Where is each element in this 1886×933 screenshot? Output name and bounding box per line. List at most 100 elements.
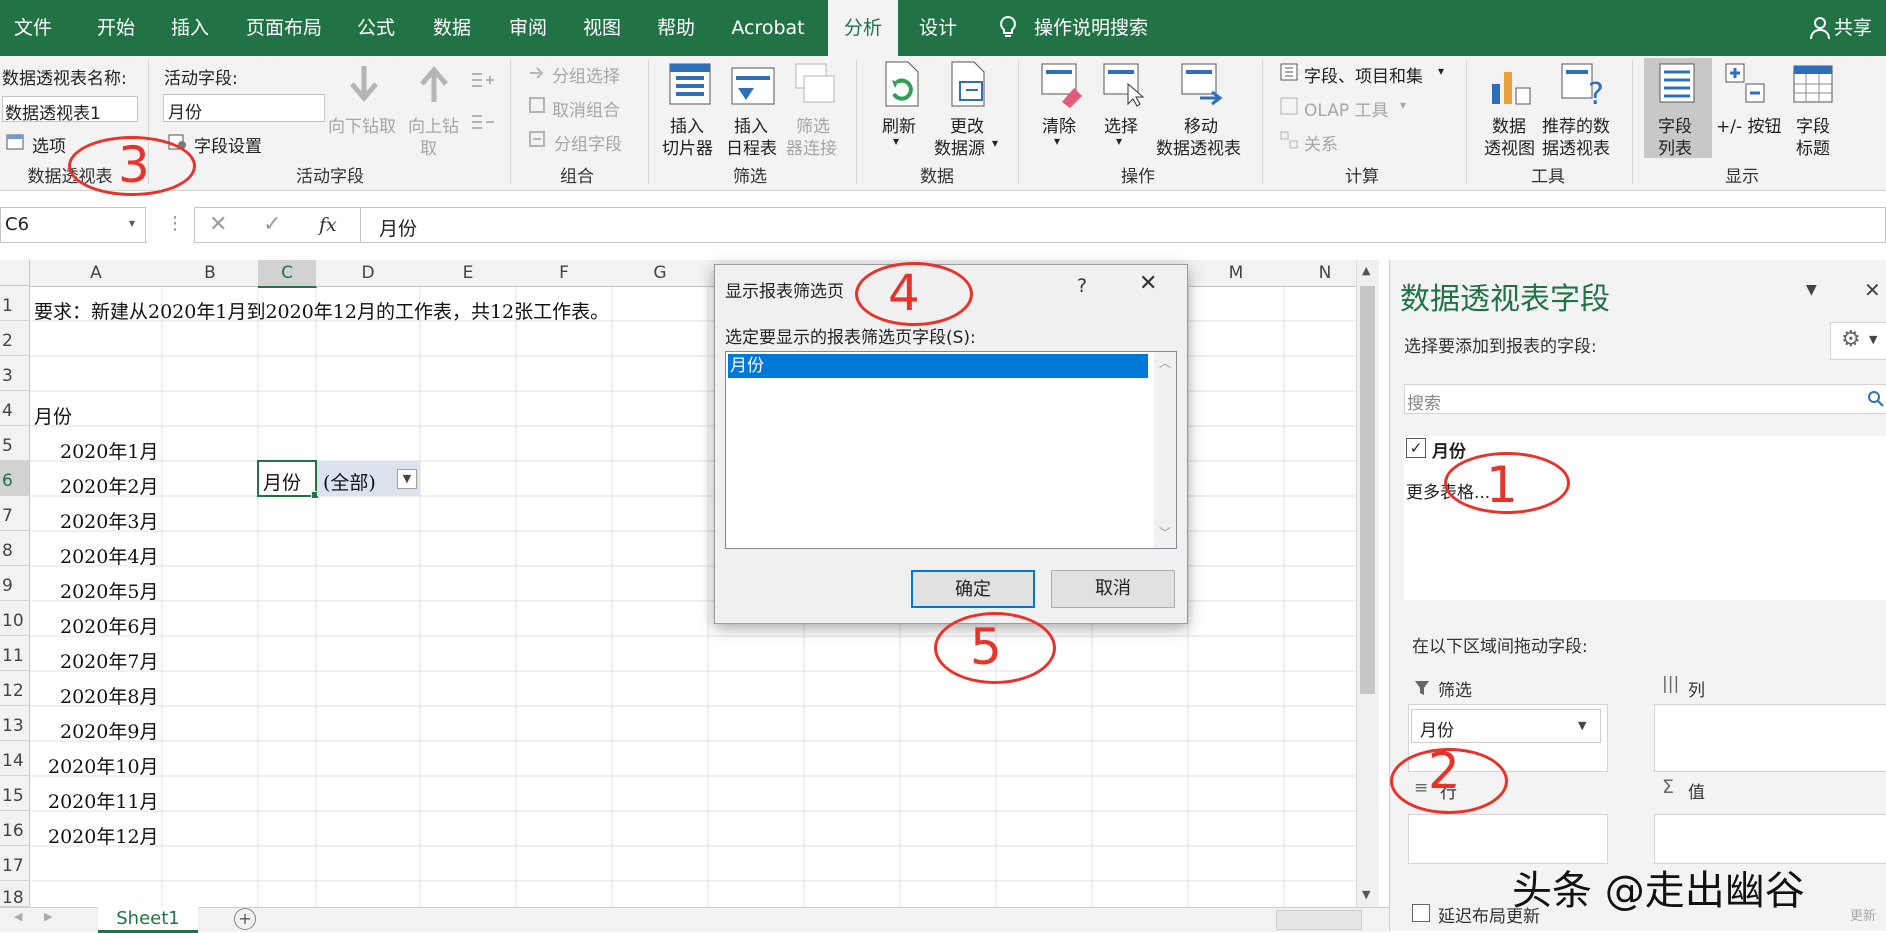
group-selection-button[interactable]: 分组选择 [552, 62, 620, 87]
cell-a11[interactable]: 2020年7月 [60, 647, 158, 674]
tab-insert[interactable]: 插入 [160, 0, 220, 56]
column-header-c[interactable]: C [258, 260, 317, 288]
filter-chip-dropdown-icon[interactable]: ▼ [1578, 719, 1586, 732]
enter-icon[interactable]: ✓ [263, 212, 281, 237]
row-header-9[interactable]: 9 [0, 566, 30, 601]
field-month-label[interactable]: 月份 [1432, 437, 1466, 462]
cell-a16[interactable]: 2020年12月 [48, 822, 159, 849]
row-header-16[interactable]: 16 [0, 811, 30, 846]
row-header-14[interactable]: 14 [0, 741, 30, 776]
cell-a5[interactable]: 2020年1月 [60, 437, 158, 464]
column-header-a[interactable]: A [30, 260, 163, 287]
next-sheet-icon[interactable]: ▶ [44, 910, 52, 923]
cell-a7[interactable]: 2020年3月 [60, 507, 158, 534]
tab-help[interactable]: 帮助 [646, 0, 706, 56]
scroll-thumb[interactable] [1360, 286, 1375, 694]
row-header-7[interactable]: 7 [0, 496, 30, 531]
cell-c6-selected[interactable]: 月份 [257, 460, 319, 499]
olap-dropdown-icon[interactable]: ▾ [1400, 98, 1406, 112]
dialog-close-icon[interactable]: ✕ [1139, 271, 1157, 296]
row-header-3[interactable]: 3 [0, 356, 30, 391]
tools-button[interactable]: ⚙ ▼ [1830, 322, 1886, 360]
name-box[interactable]: C6 ▾ [0, 207, 146, 243]
tab-review[interactable]: 审阅 [498, 0, 558, 56]
update-button[interactable]: 更新 [1850, 905, 1876, 924]
cell-a12[interactable]: 2020年8月 [60, 682, 158, 709]
clear-dropdown-icon[interactable]: ▾ [1054, 134, 1060, 148]
tab-formulas[interactable]: 公式 [346, 0, 406, 56]
column-header-n[interactable]: N [1284, 260, 1367, 287]
scroll-up-icon[interactable]: ▲ [1362, 264, 1370, 277]
tab-page-layout[interactable]: 页面布局 [234, 0, 334, 56]
group-field-button[interactable]: 分组字段 [554, 130, 622, 155]
pane-close-icon[interactable]: ✕ [1864, 278, 1881, 302]
refresh-dropdown-icon[interactable]: ▾ [893, 134, 899, 148]
cancel-icon[interactable]: ✕ [209, 212, 227, 237]
select-all-corner[interactable] [0, 260, 30, 286]
row-header-1[interactable]: 1 [0, 286, 30, 321]
prev-sheet-icon[interactable]: ◀ [14, 910, 22, 923]
add-sheet-icon[interactable]: + [234, 908, 256, 930]
row-header-17[interactable]: 17 [0, 846, 30, 881]
sheet-tab-sheet1[interactable]: Sheet1 [98, 907, 198, 933]
row-header-8[interactable]: 8 [0, 531, 30, 566]
tell-me-search[interactable]: 操作说明搜索 [1034, 0, 1154, 56]
olap-tools-button[interactable]: OLAP 工具 [1304, 96, 1389, 121]
cell-a4[interactable]: 月份 [34, 402, 72, 429]
field-settings-button[interactable]: 字段设置 [194, 132, 262, 157]
row-header-4[interactable]: 4 [0, 391, 30, 426]
plus-minus-buttons-button[interactable]: +/- 按钮 [1716, 112, 1782, 137]
ok-button[interactable]: 确定 [911, 570, 1035, 608]
column-header-e[interactable]: E [420, 260, 517, 287]
tab-data[interactable]: 数据 [422, 0, 482, 56]
tab-acrobat[interactable]: Acrobat [718, 0, 818, 56]
row-header-2[interactable]: 2 [0, 321, 30, 356]
ungroup-button[interactable]: 取消组合 [552, 96, 620, 121]
cell-a9[interactable]: 2020年5月 [60, 577, 158, 604]
formula-input[interactable]: 月份 [360, 207, 1886, 243]
rows-area[interactable] [1408, 814, 1608, 864]
row-header-5[interactable]: 5 [0, 426, 30, 461]
cell-a8[interactable]: 2020年4月 [60, 542, 158, 569]
cell-a6[interactable]: 2020年2月 [60, 472, 158, 499]
values-area[interactable] [1654, 814, 1886, 864]
column-header-b[interactable]: B [162, 260, 259, 287]
listbox-item-month[interactable]: 月份 [728, 354, 1148, 378]
filter-field-chip[interactable]: 月份 ▼ [1411, 709, 1601, 743]
tab-design[interactable]: 设计 [906, 0, 970, 56]
insert-function-icon[interactable]: fx [319, 214, 337, 236]
column-header-d[interactable]: D [316, 260, 421, 287]
change-source-dropdown-icon[interactable]: ▾ [992, 136, 998, 150]
dialog-help-button[interactable]: ? [1077, 275, 1087, 297]
filter-dropdown-icon[interactable]: ▼ [397, 469, 417, 489]
row-header-18[interactable]: 18 [0, 881, 30, 908]
search-input[interactable]: 搜索 [1404, 384, 1886, 414]
pivot-name-input[interactable]: 数据透视表1 [2, 96, 138, 124]
pane-menu-icon[interactable]: ▼ [1806, 282, 1817, 298]
tab-home[interactable]: 开始 [78, 0, 154, 56]
select-dropdown-icon[interactable]: ▾ [1116, 134, 1122, 148]
field-checkbox-month[interactable]: ✓ [1406, 438, 1426, 458]
column-header-f[interactable]: F [516, 260, 613, 287]
tab-view[interactable]: 视图 [572, 0, 632, 56]
fields-items-dropdown-icon[interactable]: ▾ [1438, 64, 1444, 78]
listbox-scroll-down-icon[interactable]: ﹀ [1159, 524, 1171, 541]
cell-a15[interactable]: 2020年11月 [48, 787, 159, 814]
fields-items-sets-button[interactable]: 字段、项目和集 [1304, 62, 1423, 87]
cell-a13[interactable]: 2020年9月 [60, 717, 158, 744]
relationships-button[interactable]: 关系 [1304, 130, 1338, 155]
row-header-11[interactable]: 11 [0, 636, 30, 671]
listbox-scrollbar[interactable]: ︿ ﹀ [1154, 352, 1176, 548]
vertical-scrollbar[interactable]: ▲ ▼ [1356, 260, 1379, 907]
cancel-button[interactable]: 取消 [1051, 570, 1175, 608]
row-header-10[interactable]: 10 [0, 601, 30, 636]
cell-a10[interactable]: 2020年6月 [60, 612, 158, 639]
tab-file[interactable]: 文件 [0, 0, 66, 56]
listbox-scroll-up-icon[interactable]: ︿ [1159, 354, 1171, 371]
name-box-dropdown-icon[interactable]: ▾ [129, 216, 135, 230]
row-header-12[interactable]: 12 [0, 671, 30, 706]
column-header-m[interactable]: M [1188, 260, 1285, 287]
scroll-down-icon[interactable]: ▼ [1362, 888, 1370, 901]
filter-field-listbox[interactable]: 月份 ︿ ﹀ [725, 351, 1177, 549]
active-field-input[interactable]: 月份 [163, 94, 325, 123]
